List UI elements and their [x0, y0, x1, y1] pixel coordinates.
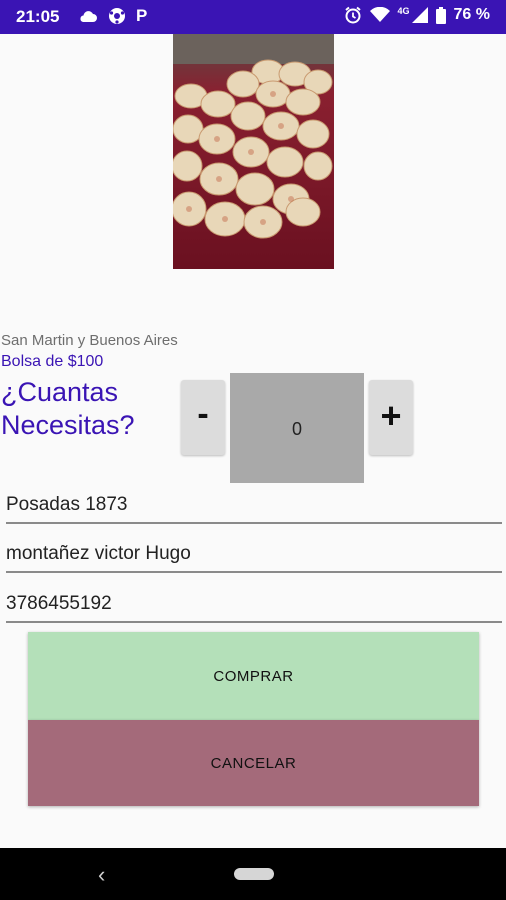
- navigation-bar: ‹: [0, 848, 506, 900]
- status-time: 21:05: [16, 7, 60, 26]
- alarm-icon: [344, 6, 362, 24]
- cancel-button[interactable]: CANCELAR: [28, 720, 479, 806]
- network-type: 4G: [397, 6, 410, 16]
- name-field[interactable]: montañez victor Hugo: [6, 539, 502, 573]
- status-notification-icons: P: [78, 6, 147, 26]
- pickup-location: San Martin y Buenos Aires: [1, 332, 178, 349]
- price-label: Bolsa de $100: [1, 353, 104, 370]
- back-icon[interactable]: ‹: [98, 862, 105, 888]
- cloud-icon: [78, 9, 98, 23]
- status-system-icons: 4G 76 %: [344, 6, 490, 24]
- product-image: [173, 34, 334, 269]
- battery-icon: [435, 6, 446, 24]
- decrement-button[interactable]: -: [181, 380, 225, 455]
- battery-percent: 76 %: [453, 6, 490, 23]
- buy-button[interactable]: COMPRAR: [28, 632, 479, 720]
- signal-icon: [411, 7, 428, 23]
- status-bar: 21:05 P 4G 76 %: [0, 0, 506, 34]
- quantity-value: 0: [230, 373, 364, 483]
- parking-app-icon: P: [136, 6, 148, 25]
- address-field[interactable]: Posadas 1873: [6, 490, 502, 524]
- wifi-icon: [369, 7, 390, 23]
- phone-field[interactable]: 3786455192: [6, 589, 502, 623]
- soccer-ball-icon: [108, 7, 126, 25]
- increment-button[interactable]: +: [369, 380, 413, 455]
- quantity-question: ¿Cuantas Necesitas?: [1, 377, 135, 440]
- home-pill-icon[interactable]: [234, 868, 274, 880]
